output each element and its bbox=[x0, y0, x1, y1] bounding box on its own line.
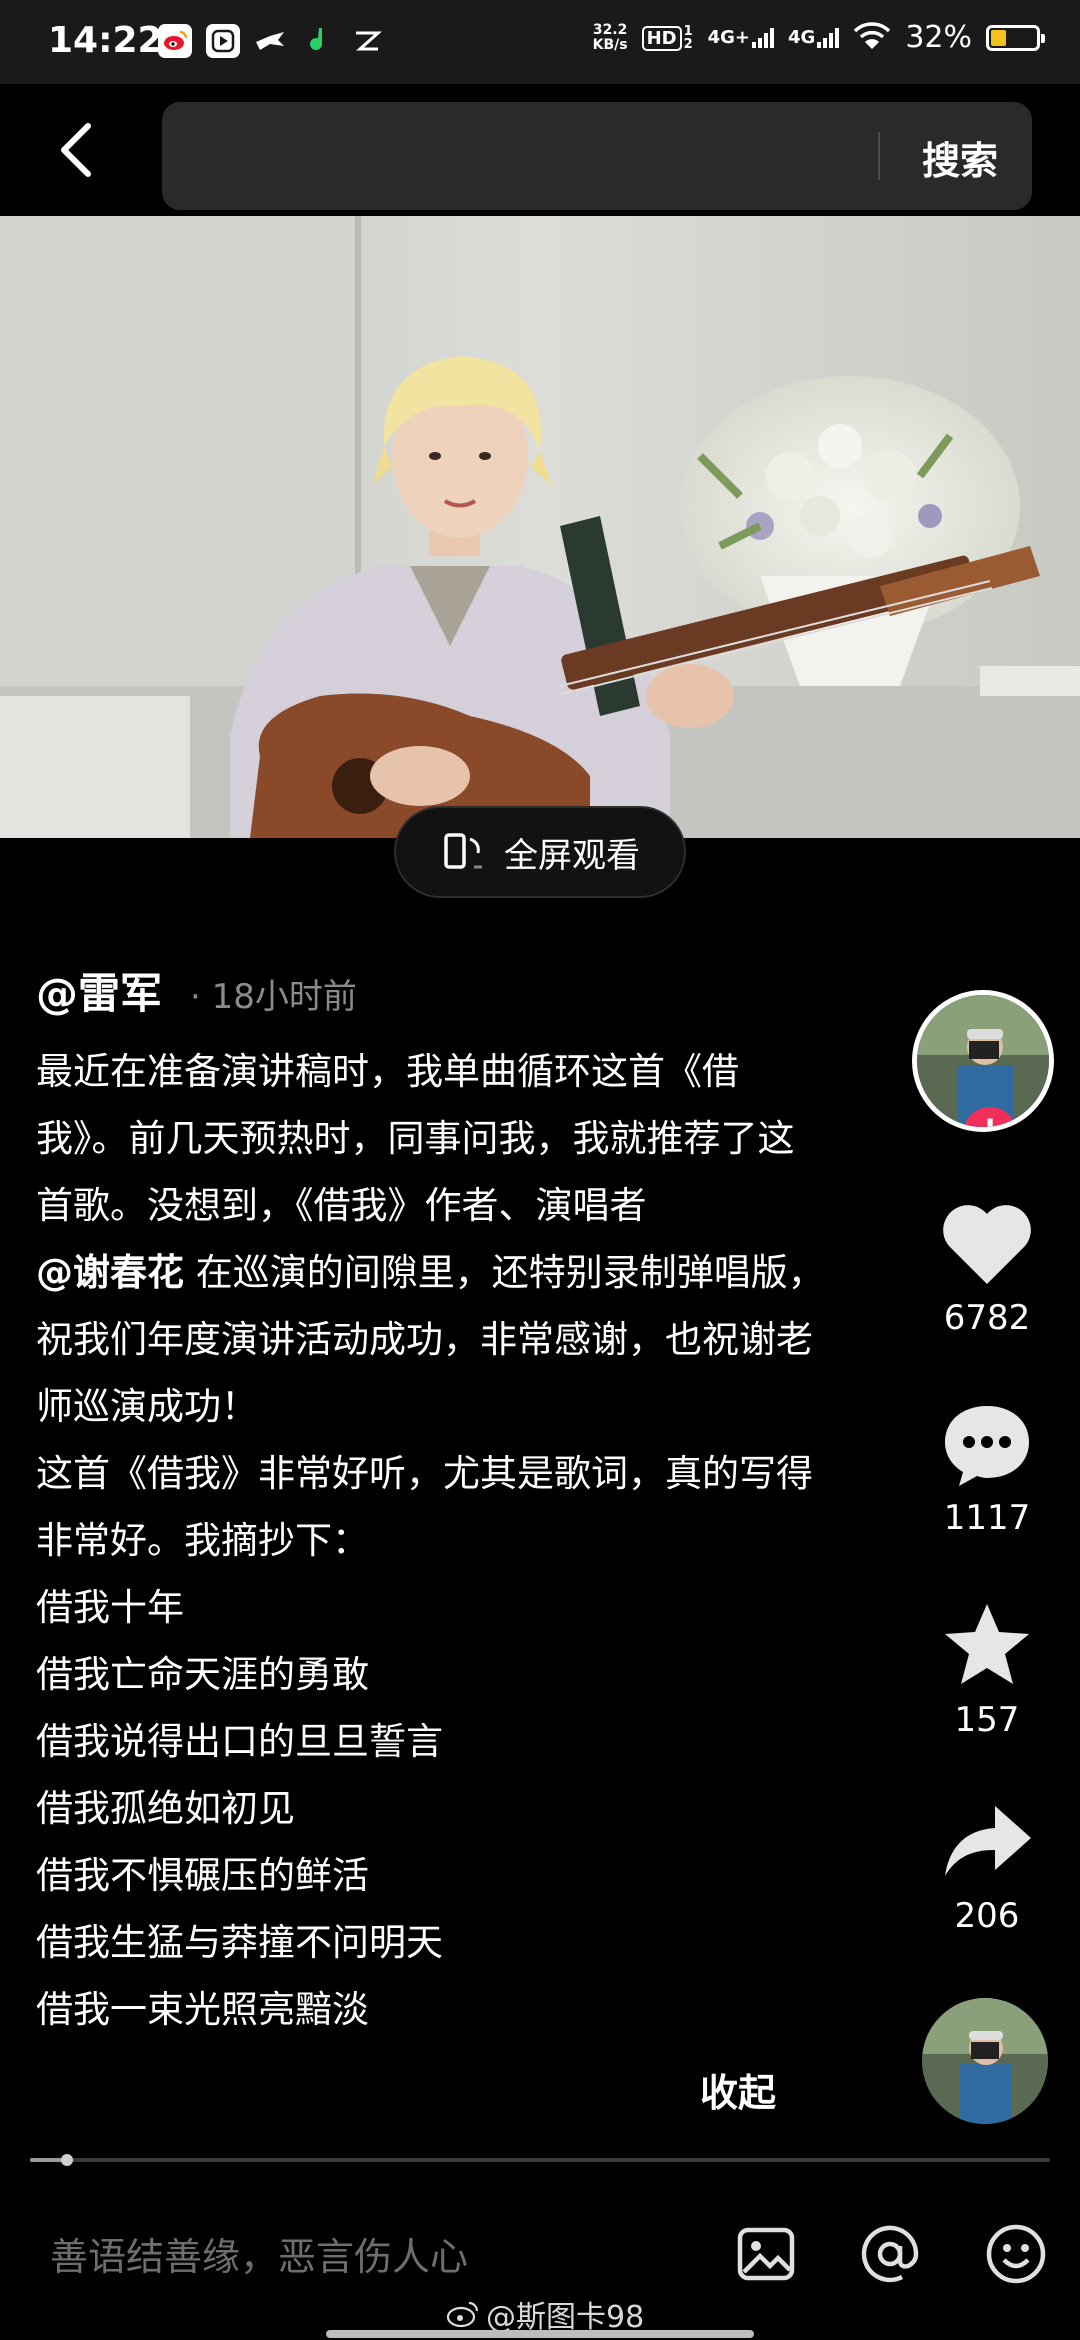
signal-bars-2-icon bbox=[817, 28, 840, 48]
signal-1: 4G+ bbox=[708, 27, 774, 48]
share-button[interactable]: 206 bbox=[912, 1800, 1062, 1936]
share-arrow-icon bbox=[945, 1806, 1031, 1876]
smiley-face-icon bbox=[986, 2224, 1046, 2284]
home-indicator[interactable] bbox=[326, 2330, 754, 2338]
weibo-icon bbox=[446, 2301, 479, 2328]
hd-sim-label: 1 2 bbox=[683, 23, 693, 52]
like-count: 6782 bbox=[943, 1298, 1031, 1338]
status-time: 14:22 bbox=[48, 20, 163, 61]
notification-icons bbox=[158, 24, 384, 58]
favorite-button[interactable]: 157 bbox=[912, 1600, 1062, 1740]
author-avatar[interactable]: + bbox=[912, 990, 1054, 1132]
bird-icon bbox=[254, 24, 288, 58]
status-bar: 14:22 32.2 KB/s HD 1 2 4G+ 4G 32% bbox=[0, 0, 1080, 84]
author-name[interactable]: @雷军 bbox=[36, 960, 162, 1021]
action-rail: + 6782 1117 157 206 bbox=[912, 990, 1062, 2124]
status-indicators: 32.2 KB/s HD 1 2 4G+ 4G 32% bbox=[592, 20, 1045, 55]
collapse-button[interactable]: 收起 bbox=[700, 2062, 776, 2117]
like-button[interactable]: 6782 bbox=[912, 1200, 1062, 1338]
author-line: @雷军 · 18小时前 bbox=[36, 960, 826, 1024]
post-body: 最近在准备演讲稿时，我单曲循环这首《借我》。前几天预热时，同事问我，我就推荐了这… bbox=[36, 1038, 826, 2043]
fullscreen-label: 全屏观看 bbox=[504, 835, 640, 876]
back-button[interactable] bbox=[50, 120, 110, 180]
star-icon bbox=[945, 1604, 1029, 1684]
image-icon bbox=[737, 2227, 795, 2281]
mail-app-icon bbox=[350, 24, 384, 58]
emoji-button[interactable] bbox=[984, 2222, 1048, 2286]
disc-photo bbox=[922, 1998, 1048, 2124]
network-type-2: 4G bbox=[788, 27, 816, 48]
lyric-line: 借我亡命天涯的勇敢 bbox=[36, 1653, 369, 1696]
post-content: @雷军 · 18小时前 最近在准备演讲稿时，我单曲循环这首《借我》。前几天预热时… bbox=[36, 960, 826, 2043]
image-picker-button[interactable] bbox=[734, 2222, 798, 2286]
share-count: 206 bbox=[954, 1896, 1020, 1936]
hd-indicator: HD 1 2 bbox=[641, 23, 694, 52]
post-time: · 18小时前 bbox=[190, 977, 357, 1017]
search-header: 搜索 bbox=[0, 84, 1080, 216]
network-speed-value: 32.2 bbox=[592, 21, 628, 38]
battery-icon bbox=[986, 24, 1045, 51]
hd-badge: HD bbox=[641, 25, 682, 51]
post-paragraph-1a: 最近在准备演讲稿时，我单曲循环这首《借我》。前几天预热时，同事问我，我就推荐了这… bbox=[36, 1050, 795, 1227]
wifi-icon bbox=[853, 21, 891, 55]
lyric-line: 借我一束光照亮黯淡 bbox=[36, 1988, 369, 2031]
lyric-line: 借我说得出口的旦旦誓言 bbox=[36, 1720, 443, 1763]
signal-2: 4G bbox=[788, 27, 840, 48]
music-disc-avatar[interactable] bbox=[922, 1998, 1048, 2124]
search-button[interactable]: 搜索 bbox=[922, 130, 998, 185]
network-speed-unit: KB/s bbox=[592, 36, 628, 53]
comment-button[interactable]: 1117 bbox=[912, 1400, 1062, 1538]
weibo-icon bbox=[158, 24, 192, 58]
video-frame-image bbox=[0, 216, 1080, 838]
lyric-line: 借我孤绝如初见 bbox=[36, 1787, 295, 1830]
lyric-line: 借我十年 bbox=[36, 1586, 184, 1629]
video-play-icon bbox=[206, 24, 240, 58]
fullscreen-rotate-icon bbox=[444, 833, 482, 869]
signal-bars-1-icon bbox=[752, 28, 774, 48]
heart-icon bbox=[943, 1205, 1031, 1284]
video-player[interactable] bbox=[0, 216, 1080, 838]
lyric-line: 借我不惧碾压的鲜活 bbox=[36, 1854, 369, 1897]
green-app-icon bbox=[302, 24, 336, 58]
mention-button[interactable] bbox=[858, 2222, 922, 2286]
comment-input[interactable]: 善语结善缘，恶言伤人心 bbox=[50, 2226, 468, 2281]
video-progress-bar[interactable] bbox=[30, 2154, 1050, 2166]
battery-level bbox=[991, 29, 1007, 46]
comment-bubble-icon bbox=[945, 1406, 1029, 1486]
progress-handle[interactable] bbox=[60, 2154, 73, 2166]
lyric-line: 借我生猛与莽撞不问明天 bbox=[36, 1921, 443, 1964]
battery-percent: 32% bbox=[905, 20, 972, 55]
network-type-1: 4G+ bbox=[707, 27, 750, 48]
back-arrow-icon bbox=[61, 123, 91, 177]
fullscreen-button[interactable]: 全屏观看 bbox=[394, 806, 686, 898]
post-paragraph-2: 这首《借我》非常好听，尤其是歌词，真的写得非常好。我摘抄下： bbox=[36, 1452, 813, 1562]
network-speed: 32.2 KB/s bbox=[592, 21, 628, 53]
comment-count: 1117 bbox=[943, 1498, 1031, 1538]
at-sign-icon bbox=[861, 2225, 919, 2283]
search-input[interactable]: 搜索 bbox=[162, 102, 1032, 210]
mention-link[interactable]: @谢春花 bbox=[36, 1251, 184, 1294]
favorite-count: 157 bbox=[954, 1700, 1020, 1740]
search-divider bbox=[878, 132, 880, 180]
